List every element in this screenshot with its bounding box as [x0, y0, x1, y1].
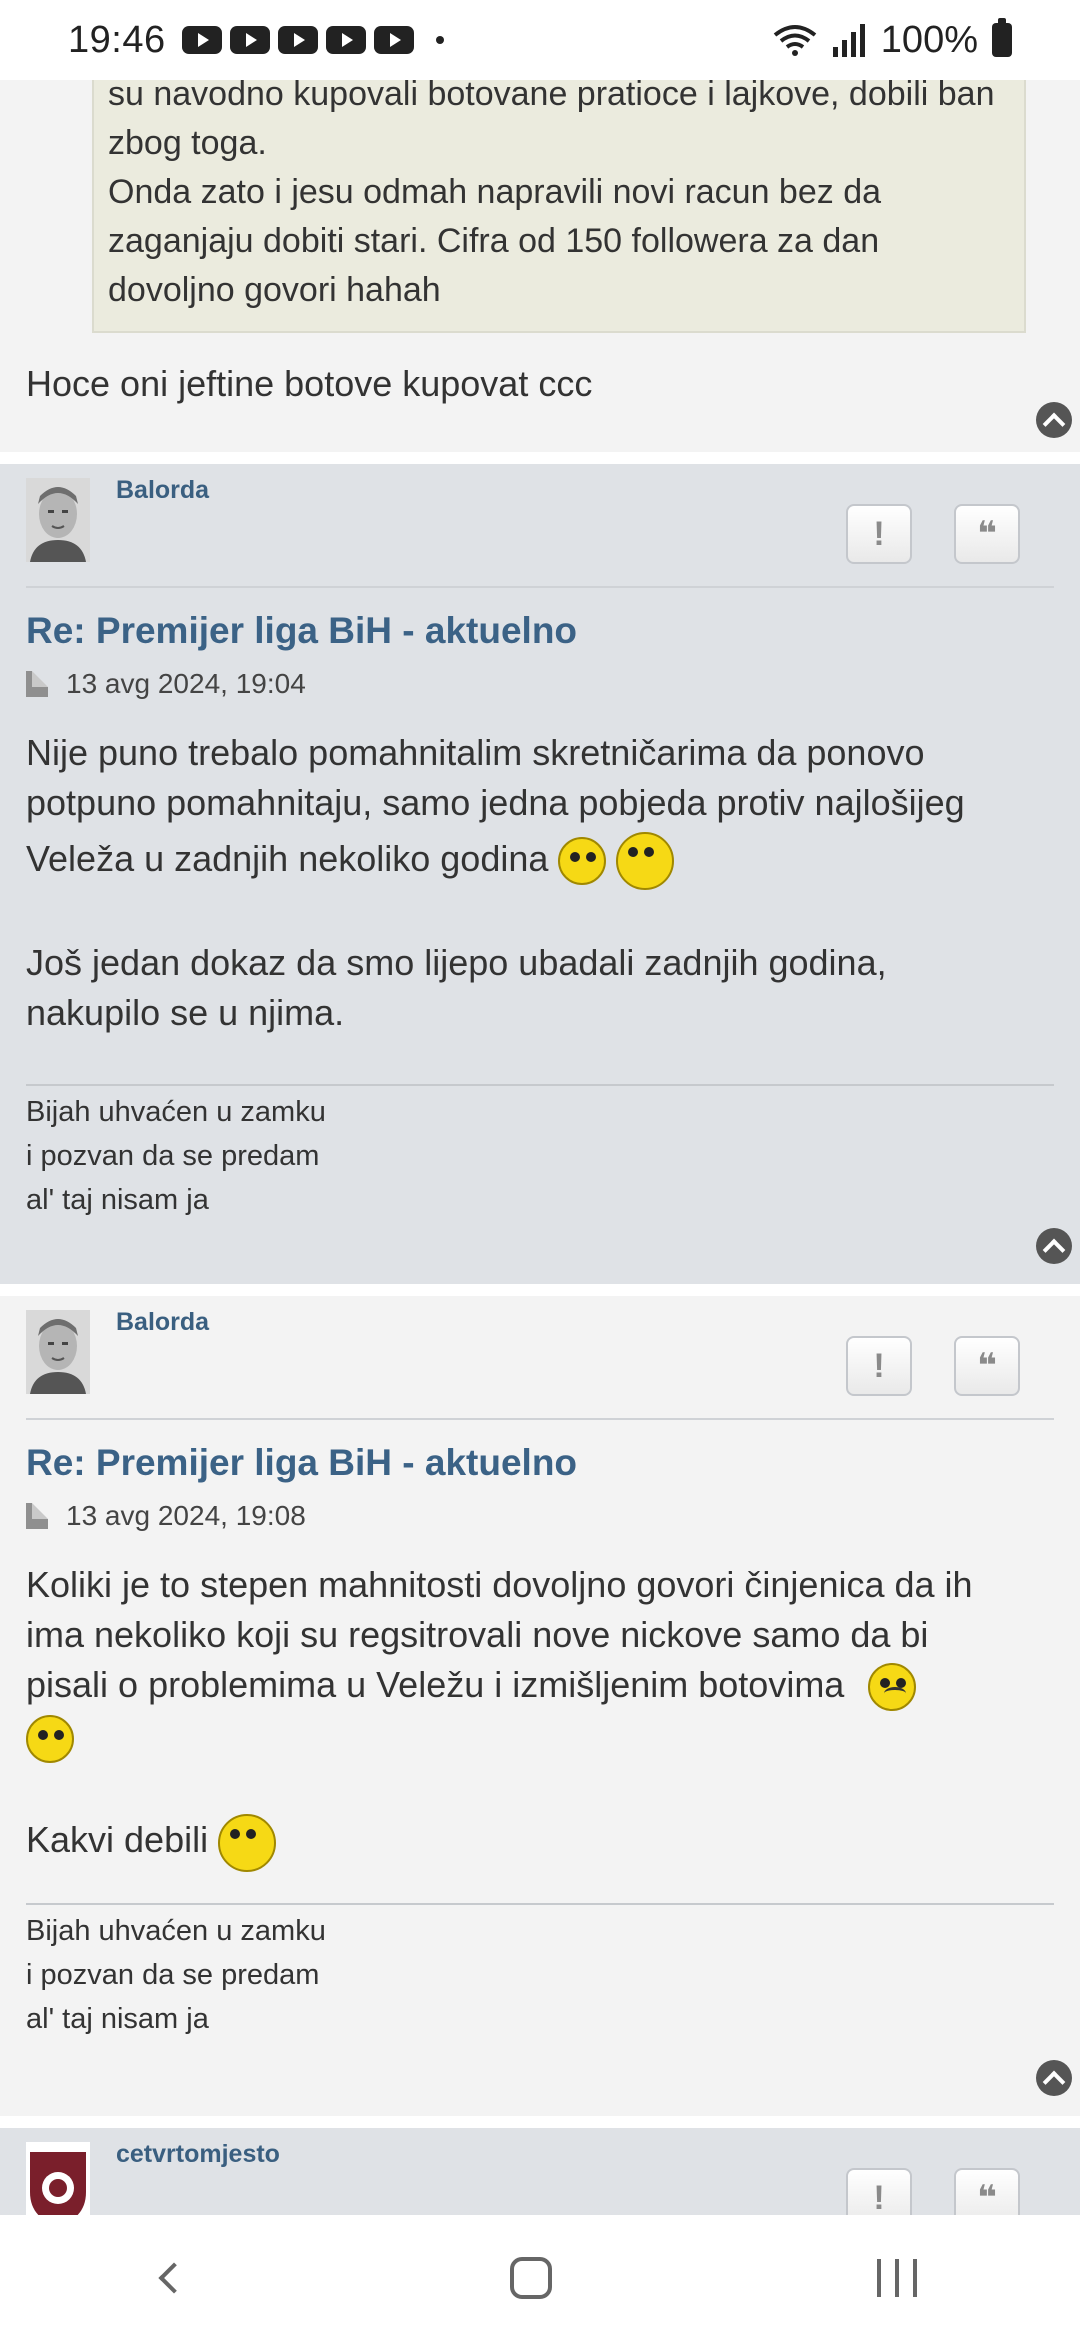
recent-apps-icon[interactable] — [877, 2258, 918, 2297]
text-line: Kakvi debili — [26, 1819, 209, 1861]
text-line: nakupilo se u njima. — [26, 992, 345, 1033]
text-line: Koliki je to stepen mahnitosti dovoljno … — [26, 1564, 973, 1605]
avatar[interactable] — [26, 2142, 90, 2215]
quote-line: zbog toga. — [108, 124, 267, 162]
system-navigation-bar — [0, 2215, 1080, 2340]
post: cetvrtomjesto ! ❝ — [0, 2128, 1080, 2215]
post-date: 13 avg 2024, 19:04 — [26, 668, 1054, 700]
battery-icon — [992, 18, 1012, 57]
post-separator — [0, 2116, 1080, 2128]
text-line-with-smileys: pisali o problemima u Veležu i izmišljen… — [26, 1660, 1054, 1712]
divider — [26, 586, 1054, 588]
post-date: 13 avg 2024, 19:08 — [26, 1500, 1054, 1532]
user-portrait-icon — [26, 1310, 90, 1394]
report-button[interactable]: ! — [846, 2168, 912, 2215]
post: Balorda ! ❝ Re: Premijer liga BiH - aktu… — [0, 1296, 1080, 2116]
club-crest-icon — [30, 2152, 86, 2215]
post-separator — [0, 452, 1080, 464]
post-header: Balorda ! ❝ — [26, 1296, 1054, 1418]
clock: 19:46 — [68, 18, 166, 61]
youtube-icon — [277, 26, 318, 54]
post-content: Koliki je to stepen mahnitosti dovoljno … — [26, 1560, 1054, 1872]
status-bar: 19:46 100% — [0, 0, 1080, 80]
avatar[interactable] — [26, 1310, 90, 1394]
quote-line: zaganjaju dobiti stari. Cifra od 150 fol… — [108, 222, 880, 260]
text-line: potpuno pomahnitaju, samo jedna pobjeda … — [26, 782, 965, 823]
signal-icon — [832, 24, 865, 57]
battery-percent: 100% — [880, 18, 978, 61]
back-to-top-button[interactable] — [1036, 402, 1072, 438]
avatar[interactable] — [26, 478, 90, 562]
signature-line: al' taj nisam ja — [26, 1184, 209, 1216]
post-title-link[interactable]: Re: Premijer liga BiH - aktuelno — [26, 1442, 1054, 1484]
text-line: Još jedan dokaz da smo lijepo ubadali za… — [26, 942, 887, 983]
crying-smiley-icon — [868, 1663, 917, 1712]
quote-line: su navodno kupovali botovane pratioce i … — [108, 80, 995, 113]
post-separator — [0, 1284, 1080, 1296]
smiley-dance-icon — [218, 1813, 277, 1872]
post-timestamp: 13 avg 2024, 19:04 — [66, 668, 306, 699]
username-link[interactable]: Balorda — [116, 476, 209, 505]
username-link[interactable]: cetvrtomjesto — [116, 2140, 280, 2169]
signature-line: i pozvan da se predam — [26, 1959, 320, 1992]
youtube-icon — [181, 26, 222, 54]
user-portrait-icon — [26, 478, 90, 562]
signature-line: i pozvan da se predam — [26, 1140, 320, 1172]
quote-line: dovoljno govori hahah — [108, 271, 441, 309]
signature: Bijah uhvaćen u zamku i pozvan da se pre… — [26, 1086, 1054, 1222]
wifi-icon — [773, 25, 817, 56]
post-icon — [26, 671, 48, 697]
post: Balorda ! ❝ Re: Premijer liga BiH - aktu… — [0, 464, 1080, 1284]
youtube-icon — [325, 26, 366, 54]
quote-button[interactable]: ❝ — [954, 504, 1020, 564]
post-icon — [26, 1503, 48, 1529]
post-header: Balorda ! ❝ — [26, 464, 1054, 586]
post-timestamp: 13 avg 2024, 19:08 — [66, 1500, 306, 1531]
text-line-with-smileys: Veleža u zadnjih nekoliko godina — [26, 828, 1054, 891]
text-line: pisali o problemima u Veležu i izmišljen… — [26, 1664, 845, 1705]
post-content: Nije puno trebalo pomahnitalim skretniča… — [26, 728, 1054, 1038]
quote-button[interactable]: ❝ — [954, 1336, 1020, 1396]
username-link[interactable]: Balorda — [116, 1308, 209, 1337]
quote-button[interactable]: ❝ — [954, 2168, 1020, 2215]
post: su navodno kupovali botovane pratioce i … — [0, 80, 1080, 452]
divider — [26, 1418, 1054, 1420]
post-title-link[interactable]: Re: Premijer liga BiH - aktuelno — [26, 610, 1054, 652]
smiley-icon — [558, 837, 607, 886]
youtube-icon — [373, 26, 414, 54]
youtube-icon — [229, 26, 270, 54]
post-content: Hoce oni jeftine botove kupovat ccc — [26, 363, 593, 404]
text-line: Nije puno trebalo pomahnitalim skretniča… — [26, 732, 925, 773]
text-line: ima nekoliko koji su regsitrovali nove n… — [26, 1614, 929, 1655]
smiley-line — [26, 1711, 1054, 1763]
home-icon[interactable] — [509, 2256, 552, 2299]
more-notifications-icon — [435, 36, 444, 44]
back-to-top-button[interactable] — [1036, 2060, 1072, 2096]
report-button[interactable]: ! — [846, 1336, 912, 1396]
notification-icons — [181, 26, 414, 54]
signature-line: Bijah uhvaćen u zamku — [26, 1096, 326, 1128]
text-line: Veleža u zadnjih nekoliko godina — [26, 838, 549, 879]
post-header: cetvrtomjesto ! ❝ — [26, 2128, 1054, 2215]
smiley-icon — [26, 1714, 74, 1763]
smiley-dance-icon — [616, 832, 675, 891]
quote-line: Onda zato i jesu odmah napravili novi ra… — [108, 173, 882, 211]
signature-line: Bijah uhvaćen u zamku — [26, 1915, 326, 1948]
forum-thread: su navodno kupovali botovane pratioce i … — [0, 80, 1080, 2215]
back-icon[interactable] — [158, 2261, 190, 2294]
back-to-top-button[interactable] — [1036, 1228, 1072, 1264]
quote-block: su navodno kupovali botovane pratioce i … — [92, 80, 1026, 333]
signature-line: al' taj nisam ja — [26, 2003, 209, 2036]
report-button[interactable]: ! — [846, 504, 912, 564]
signature: Bijah uhvaćen u zamku i pozvan da se pre… — [26, 1905, 1054, 2041]
text-line-with-smileys: Kakvi debili — [26, 1811, 1054, 1872]
